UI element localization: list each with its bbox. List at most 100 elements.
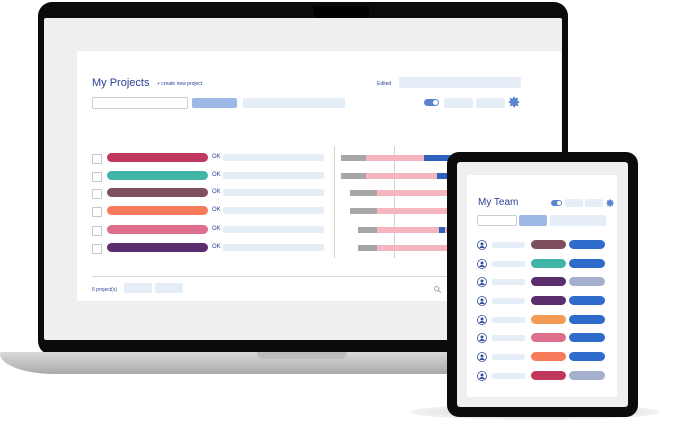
project-color-pill (107, 206, 208, 215)
gantt-bar-pink (366, 173, 437, 179)
project-status: OK (212, 189, 221, 195)
project-field (223, 189, 324, 196)
gantt-bar-gray (358, 227, 377, 233)
gantt-bar-pink (377, 245, 452, 251)
gantt-bar-gray (358, 245, 377, 251)
gear-icon[interactable] (507, 95, 521, 109)
project-color-pill (107, 188, 208, 197)
pagination-button[interactable] (155, 283, 183, 293)
team-member-row[interactable] (477, 333, 617, 343)
project-field (223, 226, 324, 233)
gear-icon[interactable] (605, 198, 615, 208)
gantt-bar-gray (341, 173, 366, 179)
member-role (569, 315, 605, 324)
member-tag (531, 371, 566, 380)
project-status: OK (212, 226, 221, 232)
member-tag (531, 352, 566, 361)
create-project-link[interactable]: + create new project (157, 81, 202, 87)
member-tag (531, 277, 566, 286)
project-color-pill (107, 153, 208, 162)
team-view-toggle[interactable] (551, 200, 562, 206)
member-name-field (492, 335, 525, 341)
member-tag (531, 259, 566, 268)
edited-filter-field[interactable] (399, 77, 521, 88)
project-field (223, 154, 324, 161)
member-role (569, 333, 605, 342)
team-option-chip[interactable] (565, 199, 583, 207)
team-filter-field[interactable] (550, 215, 606, 226)
project-status: OK (212, 244, 221, 250)
project-color-pill (107, 243, 208, 252)
team-member-row[interactable] (477, 371, 617, 381)
list-gantt-divider (334, 146, 335, 258)
row-checkbox[interactable] (92, 189, 102, 199)
team-member-row[interactable] (477, 296, 617, 306)
member-role (569, 371, 605, 380)
team-member-row[interactable] (477, 315, 617, 325)
project-field (223, 207, 324, 214)
row-checkbox[interactable] (92, 226, 102, 236)
user-icon (477, 259, 487, 269)
member-role (569, 240, 605, 249)
row-checkbox[interactable] (92, 172, 102, 182)
project-color-pill (107, 171, 208, 180)
user-icon (477, 277, 487, 287)
projects-option-chip[interactable] (476, 98, 505, 108)
team-member-row[interactable] (477, 277, 617, 287)
gantt-bar-pink (377, 227, 439, 233)
user-icon (477, 371, 487, 381)
member-role (569, 296, 605, 305)
projects-primary-button[interactable] (192, 98, 237, 108)
tablet-frame: My Team (447, 152, 638, 417)
zoom-icon[interactable] (433, 285, 442, 294)
project-field (223, 244, 324, 251)
project-field (223, 172, 324, 179)
member-role (569, 259, 605, 268)
member-role (569, 352, 605, 361)
team-member-row[interactable] (477, 240, 617, 250)
row-checkbox[interactable] (92, 207, 102, 217)
projects-search-input[interactable] (92, 97, 188, 109)
member-tag (531, 296, 566, 305)
user-icon (477, 333, 487, 343)
gantt-bar-pink (366, 155, 424, 161)
gantt-bar-gray (350, 208, 377, 214)
project-color-pill (107, 225, 208, 234)
member-role (569, 277, 605, 286)
member-name-field (492, 298, 525, 304)
project-status: OK (212, 154, 221, 160)
team-member-row[interactable] (477, 352, 617, 362)
projects-filter-field[interactable] (243, 98, 345, 108)
user-icon (477, 315, 487, 325)
user-icon (477, 240, 487, 250)
member-name-field (492, 373, 525, 379)
project-status: OK (212, 207, 221, 213)
row-checkbox[interactable] (92, 244, 102, 254)
member-tag (531, 333, 566, 342)
member-name-field (492, 279, 525, 285)
row-checkbox[interactable] (92, 154, 102, 164)
team-primary-button[interactable] (519, 215, 547, 226)
projects-option-chip[interactable] (444, 98, 473, 108)
gantt-bar-gray (350, 190, 377, 196)
gantt-bar-pink (377, 208, 452, 214)
gantt-today-line (394, 146, 395, 258)
edited-label: Edited (377, 81, 392, 87)
member-name-field (492, 261, 525, 267)
team-search-input[interactable] (477, 215, 517, 226)
team-member-row[interactable] (477, 259, 617, 269)
gantt-bar-gray (341, 155, 366, 161)
member-tag (531, 240, 566, 249)
team-panel: My Team (467, 175, 617, 397)
member-name-field (492, 317, 525, 323)
member-name-field (492, 354, 525, 360)
team-option-chip[interactable] (585, 199, 603, 207)
pagination-button[interactable] (124, 283, 152, 293)
laptop-base-notch (257, 352, 347, 359)
team-title: My Team (478, 197, 519, 208)
user-icon (477, 296, 487, 306)
gantt-bar-pink (377, 190, 452, 196)
user-icon (477, 352, 487, 362)
member-tag (531, 315, 566, 324)
projects-view-toggle[interactable] (424, 99, 439, 106)
